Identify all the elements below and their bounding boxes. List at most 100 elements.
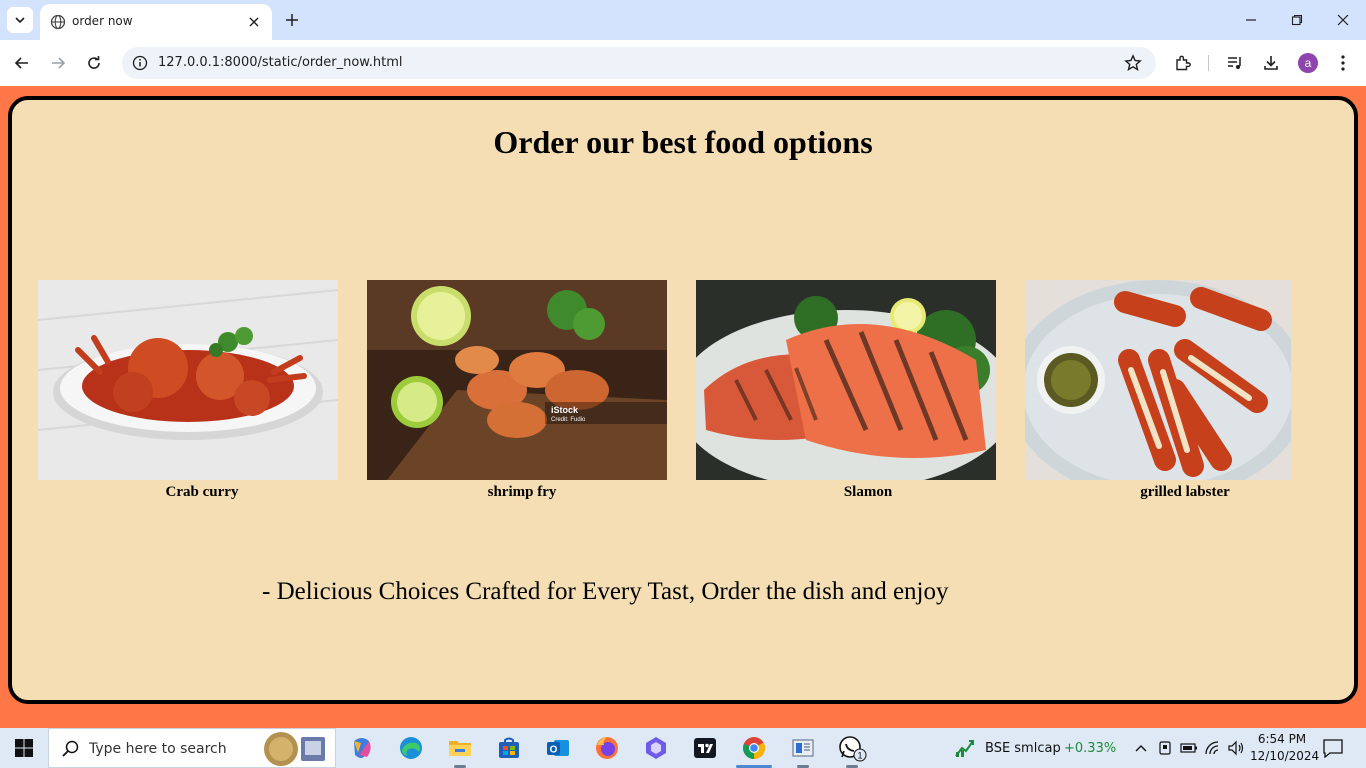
reload-icon	[88, 56, 100, 69]
downloads-button[interactable]	[1260, 52, 1282, 74]
close-icon	[1337, 14, 1349, 26]
store-icon	[499, 737, 519, 758]
document-window-icon	[792, 739, 814, 757]
taskbar-clock[interactable]: 6:54 PM 12/10/2024	[1250, 731, 1320, 765]
tray-overflow-button[interactable]	[1132, 738, 1150, 758]
search-highlight-icon[interactable]	[263, 731, 329, 767]
svg-text:O: O	[550, 745, 558, 756]
minimize-button[interactable]	[1228, 0, 1274, 40]
speaker-icon	[1228, 740, 1244, 756]
food-item-label: Slamon	[843, 484, 893, 500]
extensions-button[interactable]	[1172, 52, 1194, 74]
svg-text:Credit: Fudio: Credit: Fudio	[551, 417, 586, 423]
media-control-button[interactable]	[1224, 52, 1246, 74]
taskbar-file-explorer[interactable]	[440, 732, 480, 768]
stock-chart-icon[interactable]	[954, 738, 976, 758]
clock-date: 12/10/2024	[1250, 749, 1320, 763]
taskbar-tradingview[interactable]	[685, 732, 725, 764]
tray-battery[interactable]	[1180, 738, 1198, 758]
taskbar-copilot[interactable]	[342, 732, 382, 764]
stock-widget-change[interactable]: +0.33%	[1064, 741, 1116, 756]
reload-button[interactable]	[82, 51, 106, 75]
food-item-label: shrimp fry	[487, 484, 557, 500]
browser-toolbar: 127.0.0.1:8000/static/order_now.html a	[0, 40, 1366, 86]
edge-icon	[400, 737, 422, 759]
taskbar-microsoft-store[interactable]	[489, 732, 529, 764]
arrow-left-icon	[14, 57, 28, 69]
address-bar[interactable]: 127.0.0.1:8000/static/order_now.html	[122, 47, 1156, 79]
search-icon	[62, 740, 79, 757]
outlook-icon: O	[547, 740, 569, 756]
browser-tab-bar: order now	[0, 0, 1366, 40]
copilot-icon	[354, 738, 371, 758]
taskbar-firefox[interactable]	[587, 732, 627, 764]
page-title: Order our best food options	[493, 124, 873, 160]
food-item-shrimp-fry[interactable]: iStock Credit: Fudio shrimp fry	[367, 280, 667, 500]
taskbar-app-diamond[interactable]	[636, 732, 676, 764]
taskbar-chrome[interactable]	[734, 732, 774, 768]
plus-icon	[286, 14, 298, 26]
tray-meet-now[interactable]	[1156, 738, 1174, 758]
taskbar-edge[interactable]	[391, 732, 431, 764]
whatsapp-icon: 1	[839, 736, 867, 762]
clock-time: 6:54 PM	[1257, 732, 1307, 746]
device-icon	[1159, 741, 1171, 755]
browser-tab[interactable]: order now	[40, 4, 272, 40]
forward-button[interactable]	[46, 51, 70, 75]
svg-text:iStock: iStock	[551, 405, 579, 415]
order-card: Order our best food options Crab curry i…	[8, 96, 1358, 704]
taskbar-search-box[interactable]: Type here to search	[48, 728, 336, 768]
download-icon	[1264, 56, 1278, 70]
toolbar-divider	[1208, 55, 1209, 71]
food-item-salmon[interactable]: Slamon	[696, 280, 996, 500]
new-tab-button[interactable]	[282, 10, 302, 30]
taskbar-document-app[interactable]	[783, 732, 823, 768]
profile-avatar[interactable]: a	[1298, 53, 1318, 73]
puzzle-icon	[1176, 55, 1191, 71]
search-placeholder: Type here to search	[89, 741, 227, 757]
grilled-lobster-photo[interactable]	[1025, 280, 1291, 480]
wifi-icon	[1205, 741, 1219, 755]
crab-curry-photo[interactable]	[38, 280, 338, 480]
salmon-photo[interactable]	[696, 280, 996, 480]
tagline: - Delicious Choices Crafted for Every Ta…	[262, 578, 949, 605]
battery-icon	[1180, 743, 1197, 753]
info-icon[interactable]	[132, 55, 148, 71]
chevron-down-icon	[15, 17, 25, 24]
close-window-button[interactable]	[1320, 0, 1366, 40]
windows-taskbar: Type here to search O 1 BSE smlcap +0.33…	[0, 728, 1366, 768]
tab-close-button[interactable]	[244, 12, 264, 32]
tray-volume[interactable]	[1227, 738, 1245, 758]
windows-start-icon[interactable]	[14, 738, 34, 758]
arrow-right-icon	[52, 57, 66, 69]
url-text: 127.0.0.1:8000/static/order_now.html	[158, 55, 403, 70]
food-item-label: grilled labster	[1140, 484, 1230, 500]
bookmark-star-icon[interactable]	[1124, 54, 1142, 72]
tradingview-icon	[694, 738, 716, 758]
chrome-icon	[743, 737, 765, 759]
taskbar-whatsapp[interactable]: 1	[832, 732, 872, 768]
whatsapp-badge: 1	[857, 751, 862, 761]
notification-icon[interactable]	[1322, 738, 1344, 758]
close-icon	[249, 17, 259, 27]
taskbar-outlook[interactable]: O	[538, 732, 578, 764]
browser-menu-button[interactable]	[1332, 52, 1354, 74]
page-viewport: Order our best food options Crab curry i…	[0, 86, 1366, 728]
chevron-up-icon	[1135, 745, 1147, 752]
more-vertical-icon	[1341, 55, 1345, 71]
playlist-music-icon	[1228, 57, 1241, 69]
back-button[interactable]	[10, 51, 34, 75]
shrimp-fry-photo[interactable]: iStock Credit: Fudio	[367, 280, 667, 480]
restore-icon	[1291, 14, 1303, 26]
hexagon-app-icon	[646, 737, 666, 759]
food-item-label: Crab curry	[165, 484, 239, 500]
folder-icon	[449, 741, 471, 756]
globe-icon	[50, 14, 66, 30]
tray-wifi[interactable]	[1204, 738, 1222, 758]
stock-widget-name[interactable]: BSE smlcap	[985, 741, 1061, 756]
food-item-grilled-lobster[interactable]: grilled labster	[1025, 280, 1291, 500]
minimize-icon	[1246, 19, 1256, 21]
tab-search-button[interactable]	[7, 7, 33, 33]
food-item-crab-curry[interactable]: Crab curry	[38, 280, 338, 500]
restore-button[interactable]	[1274, 0, 1320, 40]
